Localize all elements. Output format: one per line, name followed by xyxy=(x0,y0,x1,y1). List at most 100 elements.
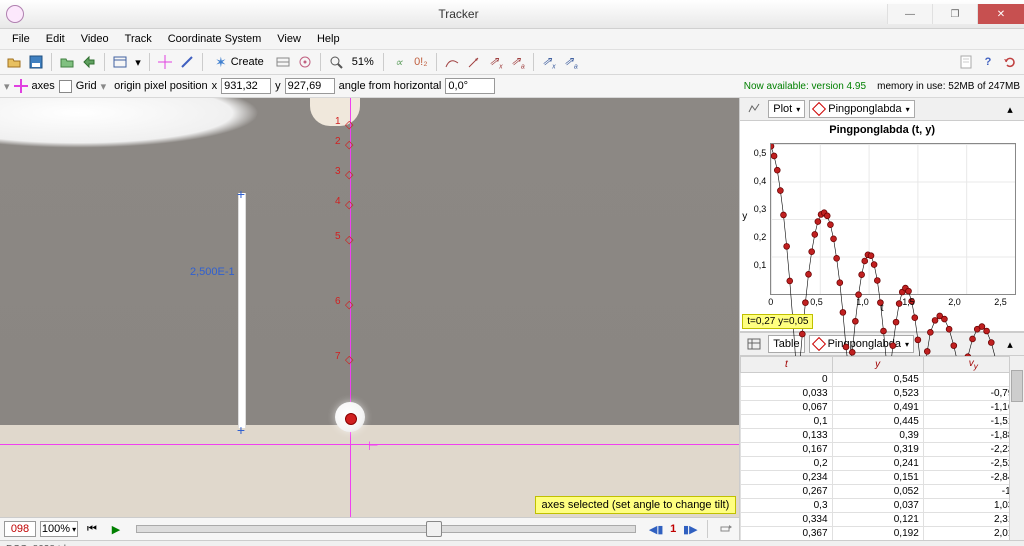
angle-input[interactable] xyxy=(445,78,495,94)
menu-help[interactable]: Help xyxy=(309,31,348,47)
chevron-down-icon[interactable]: ▾ xyxy=(132,52,144,72)
grid-checkbox[interactable] xyxy=(59,80,72,93)
track-control-icon[interactable] xyxy=(273,52,293,72)
chevron-down-icon[interactable]: ▾ xyxy=(101,80,107,93)
video-panel: + + 2,500E-1 ⊢ 1◇2◇3◇4◇5◇6◇7◇8◇ axes sel… xyxy=(0,98,740,540)
create-button[interactable]: ✶Create xyxy=(208,52,271,72)
track-point[interactable]: 7◇ xyxy=(345,353,355,363)
menu-video[interactable]: Video xyxy=(73,31,117,47)
track-point[interactable]: 1◇ xyxy=(345,118,355,128)
open-icon[interactable] xyxy=(4,52,24,72)
a-comp-icon[interactable]: ⇗a xyxy=(508,52,528,72)
hand-image xyxy=(0,98,260,148)
scrub-slider[interactable] xyxy=(136,525,636,533)
plot-area[interactable]: Pingponglabda (t, y) y 0,5 0,4 0,3 0,2 0… xyxy=(740,121,1024,332)
close-button[interactable]: ✕ xyxy=(977,4,1024,24)
zoom-value[interactable]: 51% xyxy=(348,56,378,68)
axes-icon[interactable] xyxy=(155,52,175,72)
rewind-icon[interactable]: ⏮ xyxy=(82,519,102,539)
plot-box[interactable] xyxy=(770,143,1016,295)
minimize-button[interactable]: — xyxy=(887,4,932,24)
table-row[interactable]: 0,2670,052-1,7 xyxy=(741,485,1024,499)
menu-view[interactable]: View xyxy=(269,31,309,47)
plot-view-icon[interactable] xyxy=(744,99,764,119)
calibration-stick[interactable] xyxy=(238,193,246,428)
step-fwd-icon[interactable]: ▮▶ xyxy=(680,519,700,539)
refresh-icon[interactable] xyxy=(1000,52,1020,72)
maximize-button[interactable]: ❐ xyxy=(932,4,977,24)
table-view-icon[interactable] xyxy=(744,334,764,354)
play-icon[interactable]: ▶ xyxy=(106,519,126,539)
origin-y-input[interactable] xyxy=(285,78,335,94)
stick-end-bottom[interactable]: + xyxy=(235,422,247,438)
plot-panel-header: Plot▾ Pingponglabda▾ ▴ xyxy=(740,98,1024,121)
trails-icon[interactable]: ∝ xyxy=(389,52,409,72)
table-row[interactable]: 0,20,241-2,524 xyxy=(741,457,1024,471)
video-view[interactable]: + + 2,500E-1 ⊢ 1◇2◇3◇4◇5◇6◇7◇8◇ axes sel… xyxy=(0,98,739,517)
step-size[interactable]: 1 xyxy=(670,523,676,535)
menu-coordinate-system[interactable]: Coordinate System xyxy=(160,31,270,47)
plot-button[interactable]: Plot▾ xyxy=(768,100,805,118)
playback-rate[interactable]: 100%▾ xyxy=(40,521,78,537)
table-row[interactable]: 0,2340,151-2,843 xyxy=(741,471,1024,485)
v-vector-icon[interactable] xyxy=(464,52,484,72)
y-label: y xyxy=(275,80,281,92)
tape-icon[interactable] xyxy=(177,52,197,72)
clip-settings-icon[interactable] xyxy=(110,52,130,72)
save-icon[interactable] xyxy=(26,52,46,72)
track-point[interactable]: 2◇ xyxy=(345,138,355,148)
p-vector-icon[interactable]: ⇗x xyxy=(539,52,559,72)
menu-edit[interactable]: Edit xyxy=(38,31,73,47)
table-row[interactable]: 0,0330,523-0,797 xyxy=(741,387,1024,401)
frame-number[interactable]: 098 xyxy=(4,521,36,537)
origin-label: origin pixel position xyxy=(114,80,208,92)
table-header[interactable]: t xyxy=(741,357,832,373)
plot-xlabel[interactable]: t xyxy=(740,303,1024,314)
right-pane: Plot▾ Pingponglabda▾ ▴ Pingponglabda (t,… xyxy=(740,98,1024,540)
chevron-down-icon[interactable]: ▾ xyxy=(4,80,10,93)
menu-file[interactable]: File xyxy=(4,31,38,47)
table-header[interactable]: y xyxy=(832,357,923,373)
zoom-icon[interactable] xyxy=(326,52,346,72)
main-toolbar: ▾ ✶Create 51% ∝ 0!₂ ⇗x ⇗a ⇗x ⇗a ? xyxy=(0,50,1024,75)
f-vector-icon[interactable]: ⇗a xyxy=(561,52,581,72)
table-row[interactable]: 0,0670,491-1,169 xyxy=(741,401,1024,415)
notes-icon[interactable] xyxy=(956,52,976,72)
track-point[interactable]: 3◇ xyxy=(345,168,355,178)
a-vector-icon[interactable]: ⇗x xyxy=(486,52,506,72)
maximize-panel-icon[interactable]: ▴ xyxy=(1000,99,1020,119)
help-icon[interactable]: ? xyxy=(978,52,998,72)
table-row[interactable]: 0,3340,1212,312 xyxy=(741,513,1024,527)
menu-track[interactable]: Track xyxy=(117,31,160,47)
labels-icon[interactable]: 0!₂ xyxy=(411,52,431,72)
table-row[interactable]: 0,30,0371,037 xyxy=(741,499,1024,513)
axis-arrow-icon: ⊢ xyxy=(368,439,378,453)
step-back-icon[interactable]: ◀▮ xyxy=(646,519,666,539)
coords-toolbar: ▾ axes Grid ▾ origin pixel position x y … xyxy=(0,75,1024,98)
clip-open-icon[interactable] xyxy=(57,52,77,72)
track-point[interactable]: 6◇ xyxy=(345,298,355,308)
hint-tooltip: axes selected (set angle to change tilt) xyxy=(535,496,737,514)
memory-usage: memory in use: 52MB of 247MB xyxy=(877,81,1020,92)
axes-label: axes xyxy=(32,80,55,92)
table-row[interactable]: 0,1330,39-1,886 xyxy=(741,429,1024,443)
table-row[interactable]: 0,10,445-1,514 xyxy=(741,415,1024,429)
export-icon[interactable] xyxy=(79,52,99,72)
table-row[interactable]: 0,1670,319-2,232 xyxy=(741,443,1024,457)
data-table[interactable]: tyvy00,5450,0330,523-0,7970,0670,491-1,1… xyxy=(740,356,1024,540)
loop-icon[interactable] xyxy=(715,519,735,539)
plot-track-select[interactable]: Pingponglabda▾ xyxy=(809,100,914,118)
stick-length-label[interactable]: 2,500E-1 xyxy=(190,266,235,278)
track-point[interactable]: 4◇ xyxy=(345,198,355,208)
origin-x-input[interactable] xyxy=(221,78,271,94)
path-icon[interactable] xyxy=(442,52,462,72)
grid-label: Grid xyxy=(76,80,97,92)
stick-end-top[interactable]: + xyxy=(235,186,247,202)
autotracker-icon[interactable] xyxy=(295,52,315,72)
status-bar: DSC_8038.trk xyxy=(0,540,1024,546)
current-point-marker[interactable] xyxy=(345,413,357,425)
track-point[interactable]: 5◇ xyxy=(345,233,355,243)
table-row[interactable]: 00,545 xyxy=(741,373,1024,387)
table-row[interactable]: 0,3670,1922,019 xyxy=(741,527,1024,541)
table-scrollbar[interactable] xyxy=(1009,356,1024,540)
